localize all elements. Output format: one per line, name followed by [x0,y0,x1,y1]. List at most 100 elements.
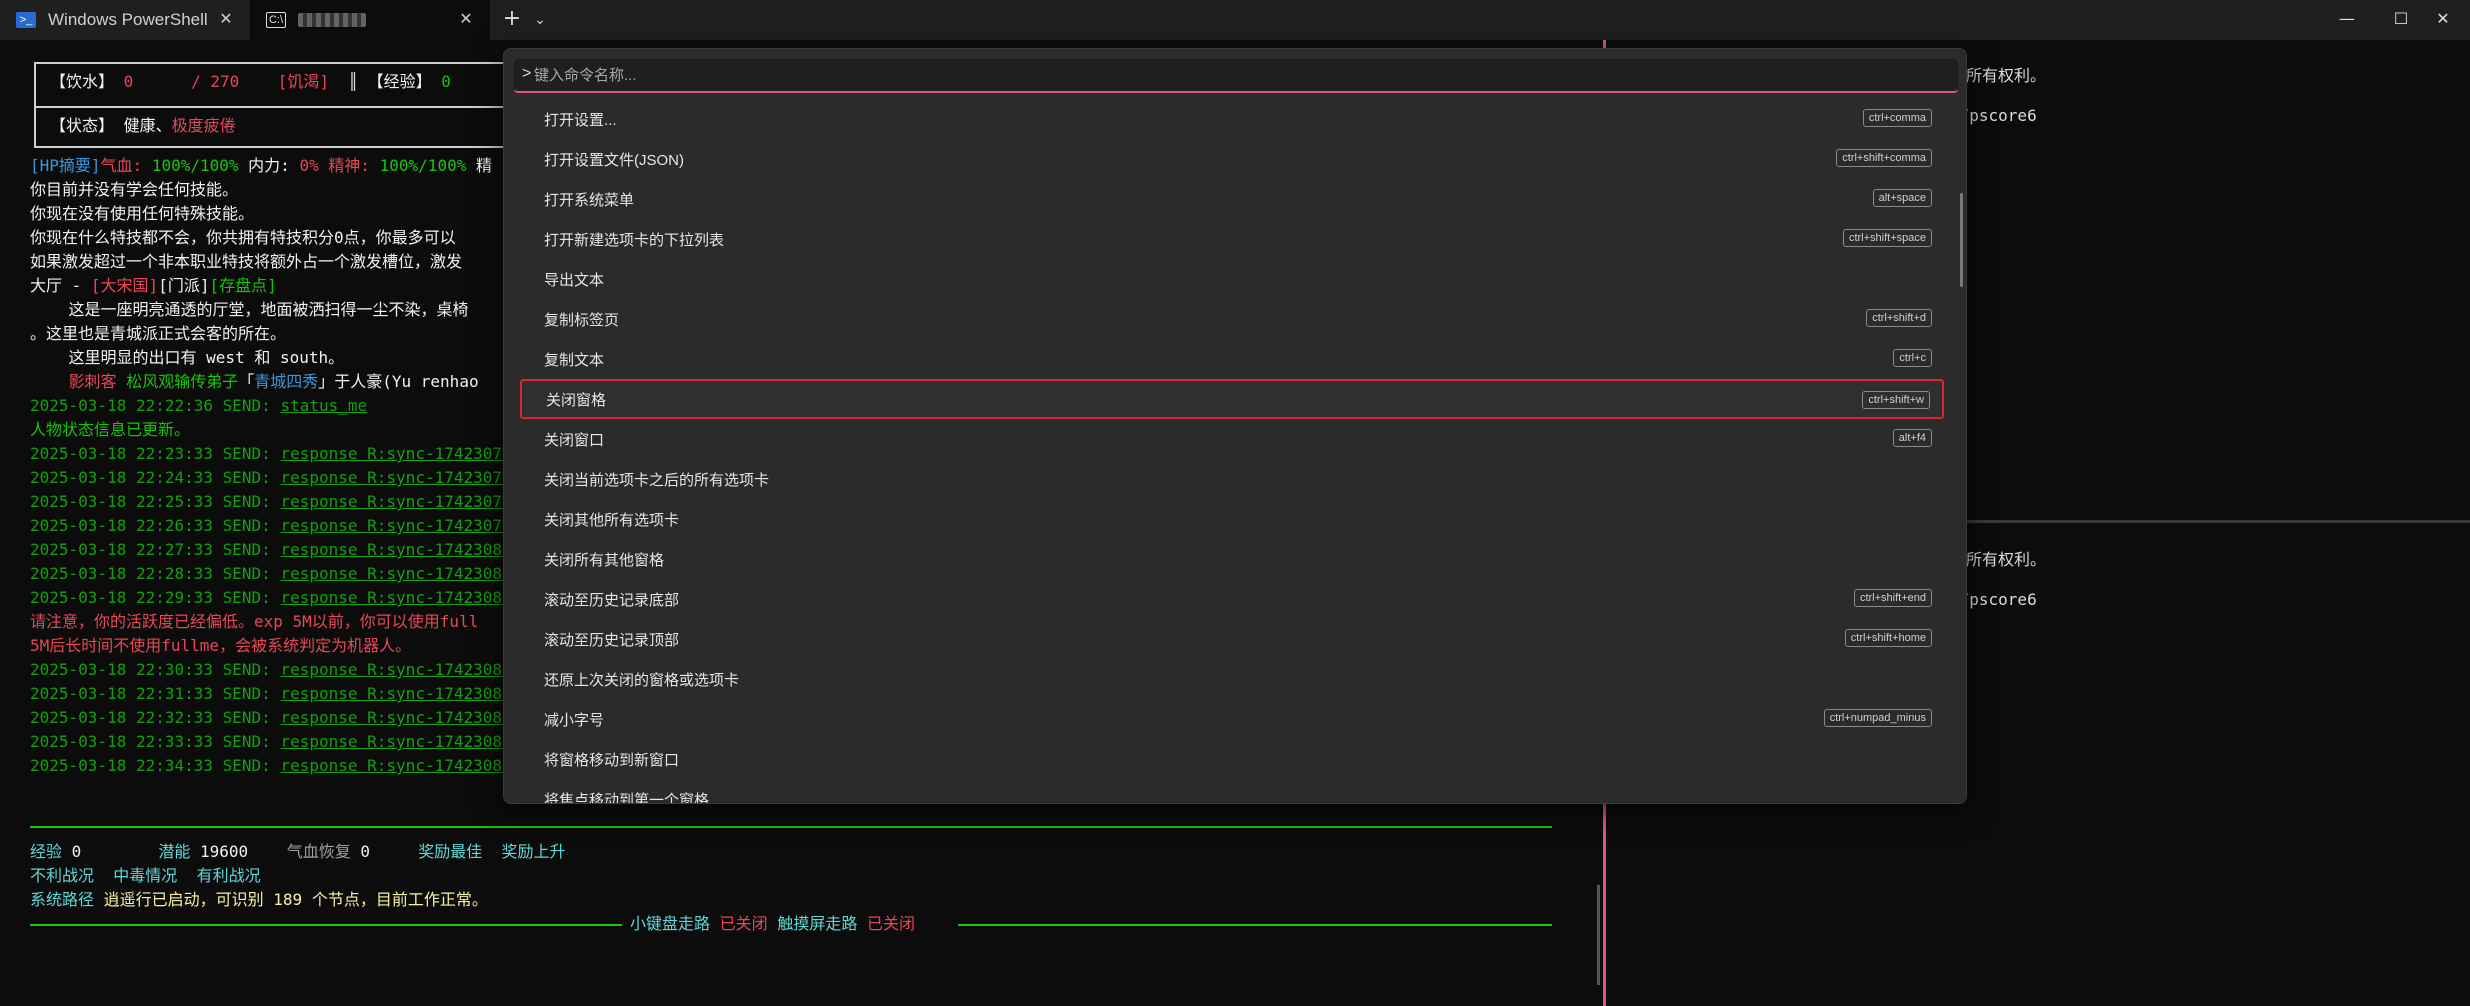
qixue-value: 100%/100% [151,156,239,175]
command-label: 打开系统菜单 [544,191,635,209]
state-value: 健康、 [123,116,172,135]
minimize-button[interactable]: — [2320,0,2374,40]
command-item-focus-first-pane[interactable]: 将焦点移动到第一个窗格 [520,779,1944,804]
command-item-close-window[interactable]: 关闭窗口 alt+f4 [520,419,1944,459]
window-close-button[interactable]: ✕ [2416,0,2470,40]
command-label: 减小字号 [544,711,605,729]
cmd-icon: C:\ [266,12,286,28]
command-item-close-other-panes[interactable]: 关闭所有其他窗格 [520,539,1944,579]
command-search-input[interactable] [534,61,1934,89]
shortcut-key: ctrl+c [1893,349,1932,367]
npc-school: 青城四秀 [254,372,319,391]
command-item-open-new-tab-dropdown[interactable]: 打开新建选项卡的下拉列表 ctrl+shift+space [520,219,1944,259]
log-cmd[interactable]: response R:sync-17423081133 [280,564,540,583]
npc-name: 于人豪(Yu renhao [334,372,479,391]
command-item-copy-text[interactable]: 复制文本 ctrl+c [520,339,1944,379]
footer-reward-up: 奖励上升 [501,842,566,861]
log-line: 2025-03-18 22:34:33 SEND: response R:syn… [30,754,541,778]
command-item-move-pane-new-window[interactable]: 将窗格移动到新窗口 [520,739,1944,779]
footer-poison-status: 中毒情况 [113,866,178,885]
log-cmd[interactable]: response R:sync-17423078133 [280,444,540,463]
log-cmd[interactable]: response R:sync-17423084133 [280,732,540,751]
hp-label: [HP摘要] [30,156,101,175]
command-label: 关闭窗格 [546,391,607,409]
command-item-export-text[interactable]: 导出文本 [520,259,1944,299]
log-cmd[interactable]: status_me [280,396,367,415]
shortcut-key: ctrl+shift+d [1866,309,1932,327]
npc-bracket: 「 [238,372,255,391]
tab-active[interactable]: C:\ ✕ [250,0,490,40]
state-row: 【状态】 健康、极度疲倦 [50,114,236,138]
command-label: 打开设置... [544,111,617,129]
command-palette: > 打开设置... ctrl+comma 打开设置文件(JSON) ctrl+shi… [503,48,1967,804]
tab-windows-powershell[interactable]: >_ Windows PowerShell ✕ [0,0,250,40]
touch-walk-state: 已关闭 [866,914,915,933]
neili-label: 内力: [248,156,290,175]
divider-line [958,924,1552,926]
command-item-scroll-to-top[interactable]: 滚动至历史记录顶部 ctrl+shift+home [520,619,1944,659]
log-line: 2025-03-18 22:27:33 SEND: response R:syn… [30,538,541,562]
command-item-scroll-to-bottom[interactable]: 滚动至历史记录底部 ctrl+shift+end [520,579,1944,619]
qixue-label: 气血: [100,156,143,175]
command-label: 关闭所有其他窗格 [544,551,665,569]
title-bar: >_ Windows PowerShell ✕ C:\ ✕ + ⌄ — ☐ ✕ [0,0,2470,40]
command-item-open-system-menu[interactable]: 打开系统菜单 alt+space [520,179,1944,219]
log-time: 2025-03-18 22:26:33 SEND: [30,516,281,535]
log-line: 2025-03-18 22:22:36 SEND: status_me [30,394,367,418]
room-desc: 。这里也是青城派正式会客的所在。 [30,324,287,343]
command-item-restore-closed[interactable]: 还原上次关闭的窗格或选项卡 [520,659,1944,699]
log-time: 2025-03-18 22:34:33 SEND: [30,756,281,775]
room-exits: 这里明显的出口有 west 和 south。 [30,348,345,367]
state-label: 【状态】 [50,116,115,135]
log-cmd[interactable]: response R:sync-17423082933 [280,684,540,703]
shortcut-key: alt+space [1872,189,1932,207]
footer-potential-label: 潜能 [158,842,191,861]
footer-bad-status: 不利战况 [30,866,95,885]
command-label: 打开新建选项卡的下拉列表 [544,231,725,249]
command-item-close-other-tabs[interactable]: 关闭其他所有选项卡 [520,499,1944,539]
command-item-close-pane[interactable]: 关闭窗格 ctrl+shift+w [520,379,1944,419]
log-cmd[interactable]: response R:sync-17423078733 [280,468,540,487]
log-cmd[interactable]: response R:sync-17423084733 [280,756,540,775]
log-cmd[interactable]: response R:sync-17423079333 [280,492,540,511]
log-cmd[interactable]: response R:sync-17423082333 [280,660,540,679]
command-item-open-settings-json[interactable]: 打开设置文件(JSON) ctrl+shift+comma [520,139,1944,179]
exp-label: 【经验】 [367,72,432,91]
hp-tail: 精 [475,156,492,175]
log-line: 2025-03-18 22:23:33 SEND: response R:syn… [30,442,541,466]
divider-line [30,826,1552,828]
log-time: 2025-03-18 22:29:33 SEND: [30,588,281,607]
command-item-duplicate-tab[interactable]: 复制标签页 ctrl+shift+d [520,299,1944,339]
log-cmd[interactable]: response R:sync-17423079933 [280,516,540,535]
log-cmd[interactable]: response R:sync-17423080533 [280,540,540,559]
close-icon[interactable]: ✕ [216,10,236,30]
shortcut-key: ctrl+comma [1862,109,1932,127]
shortcut-key: ctrl+shift+end [1853,589,1932,607]
warning-line: 5M后长时间不使用fullme，会被系统判定为机器人。 [30,636,412,655]
room-title: 大厅 - [大宋国][门派][存盘点] [30,274,277,298]
log-time: 2025-03-18 22:30:33 SEND: [30,660,281,679]
command-label: 打开设置文件(JSON) [544,151,684,169]
terminal-scrollbar[interactable] [1597,885,1600,985]
command-label: 关闭其他所有选项卡 [544,511,680,529]
command-label: 将焦点移动到第一个窗格 [544,791,710,804]
command-item-close-tabs-after[interactable]: 关闭当前选项卡之后的所有选项卡 [520,459,1944,499]
log-cmd[interactable]: response R:sync-17423083533 [280,708,540,727]
shortcut-key: alt+f4 [1892,429,1932,447]
log-line: 2025-03-18 22:29:33 SEND: response R:syn… [30,586,541,610]
new-tab-button[interactable]: + [500,8,524,32]
command-list-scrollbar[interactable] [1960,193,1963,287]
log-time: 2025-03-18 22:33:33 SEND: [30,732,281,751]
command-item-decrease-font[interactable]: 减小字号 ctrl+numpad_minus [520,699,1944,739]
command-item-open-settings[interactable]: 打开设置... ctrl+comma [520,99,1944,139]
warning-line: 请注意，你的活跃度已经偏低。exp 5M以前，你可以使用full [30,612,479,631]
log-line: 2025-03-18 22:30:33 SEND: response R:syn… [30,658,541,682]
footer-combat: 不利战况 中毒情况 有利战况 [30,864,261,888]
log-line: 2025-03-18 22:33:33 SEND: response R:syn… [30,730,541,754]
chevron-down-icon[interactable]: ⌄ [528,8,552,32]
footer-good-status: 有利战况 [196,866,261,885]
terminal-line: 如果激发超过一个非本职业特技将额外占一个激发槽位，激发 [30,252,463,271]
log-cmd[interactable]: response R:sync-17423081733 [280,588,540,607]
close-icon[interactable]: ✕ [456,10,476,30]
command-search-box[interactable]: > [514,59,1958,93]
